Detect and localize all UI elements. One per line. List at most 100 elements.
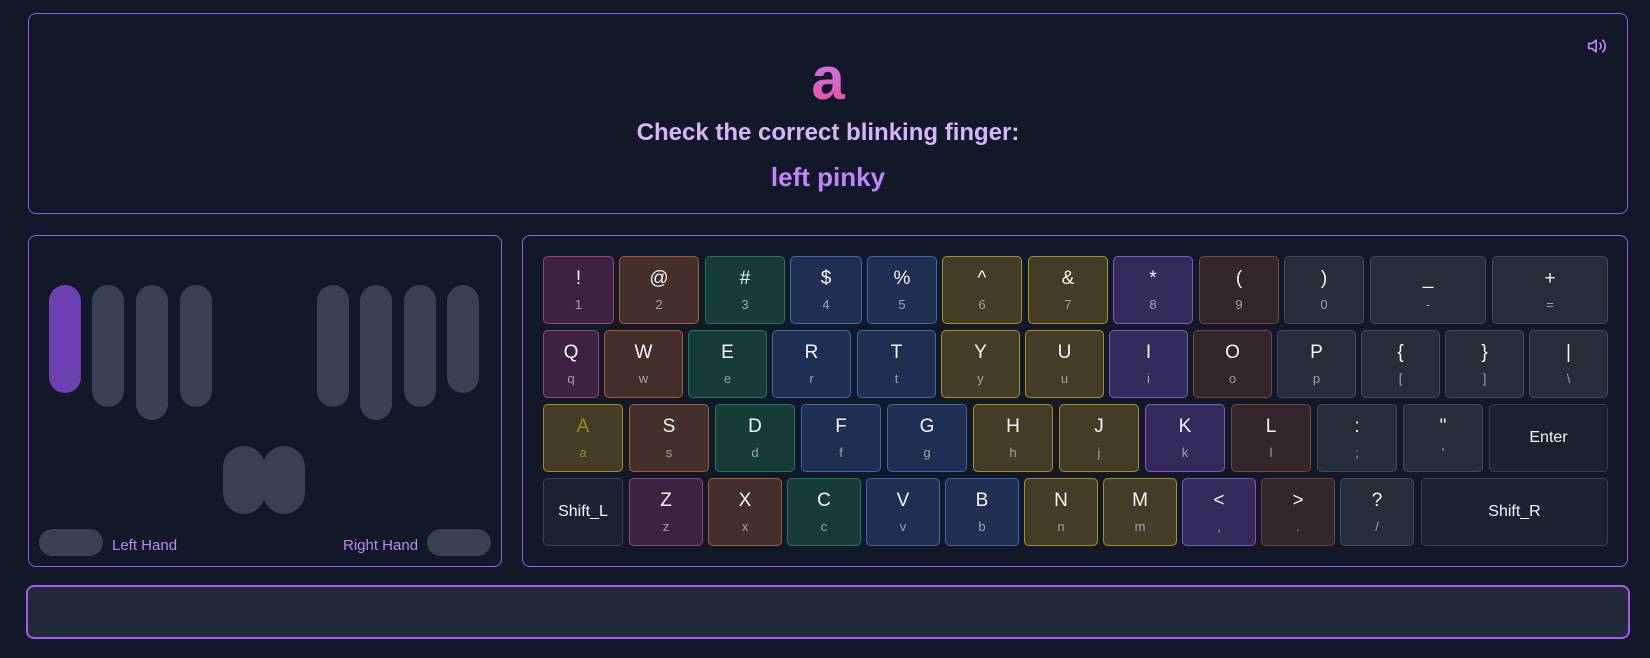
key-q[interactable]: Qq bbox=[543, 330, 599, 398]
key-g[interactable]: Gg bbox=[887, 404, 967, 472]
key-lower: p bbox=[1312, 371, 1321, 386]
key-z[interactable]: Zz bbox=[629, 478, 703, 546]
key-8[interactable]: * 8 bbox=[1113, 256, 1193, 324]
key-upper: ! bbox=[575, 268, 582, 289]
key-d[interactable]: Dd bbox=[715, 404, 795, 472]
right-thumb[interactable] bbox=[263, 446, 305, 514]
key-upper: ( bbox=[1235, 268, 1243, 289]
key-9[interactable]: (9 bbox=[1199, 256, 1279, 324]
key-left-bracket[interactable]: {[ bbox=[1361, 330, 1440, 398]
key-upper: $ bbox=[820, 268, 832, 289]
key-shift-left[interactable]: Shift_L bbox=[543, 478, 623, 546]
key-upper: " bbox=[1439, 416, 1447, 437]
key-h[interactable]: Hh bbox=[973, 404, 1053, 472]
key-s[interactable]: Ss bbox=[629, 404, 709, 472]
key-2[interactable]: @2 bbox=[619, 256, 699, 324]
key-upper: U bbox=[1057, 342, 1072, 363]
key-upper: | bbox=[1566, 342, 1571, 363]
key-n[interactable]: Nn bbox=[1024, 478, 1098, 546]
right-pinky-finger[interactable] bbox=[447, 285, 479, 393]
key-3[interactable]: #3 bbox=[705, 256, 785, 324]
key-a[interactable]: Aa bbox=[543, 404, 623, 472]
key-lower: 4 bbox=[822, 297, 830, 312]
key-semicolon[interactable]: :; bbox=[1317, 404, 1397, 472]
key-x[interactable]: Xx bbox=[708, 478, 782, 546]
key-period[interactable]: >. bbox=[1261, 478, 1335, 546]
key-lower: l bbox=[1269, 445, 1273, 460]
key-m[interactable]: Mm bbox=[1103, 478, 1177, 546]
key-upper: : bbox=[1354, 416, 1360, 437]
key-lower: = bbox=[1546, 297, 1554, 312]
key-quote[interactable]: " ' bbox=[1403, 404, 1483, 472]
key-upper: P bbox=[1310, 342, 1323, 363]
key-minus[interactable]: _ - bbox=[1370, 256, 1486, 324]
key-lower: h bbox=[1009, 445, 1017, 460]
key-1[interactable]: ! 1 bbox=[543, 256, 614, 324]
key-e[interactable]: Ee bbox=[688, 330, 767, 398]
key-lower: q bbox=[567, 371, 575, 386]
key-upper: S bbox=[662, 416, 676, 437]
key-slash[interactable]: ? / bbox=[1340, 478, 1414, 546]
right-hand-label: Right Hand bbox=[343, 537, 419, 554]
left-ring-finger[interactable] bbox=[92, 285, 124, 407]
left-thumb[interactable] bbox=[223, 446, 265, 514]
key-lower: g bbox=[923, 445, 931, 460]
key-lower: r bbox=[809, 371, 814, 386]
key-0[interactable]: ) 0 bbox=[1284, 256, 1364, 324]
key-lower: b bbox=[978, 519, 986, 534]
key-lower: w bbox=[638, 371, 649, 386]
key-v[interactable]: Vv bbox=[866, 478, 940, 546]
key-l[interactable]: Ll bbox=[1231, 404, 1311, 472]
key-upper: X bbox=[738, 490, 752, 511]
typing-input[interactable] bbox=[26, 585, 1630, 639]
key-c[interactable]: Cc bbox=[787, 478, 861, 546]
key-equals[interactable]: + = bbox=[1492, 256, 1608, 324]
right-ring-finger[interactable] bbox=[404, 285, 436, 407]
key-4[interactable]: $4 bbox=[790, 256, 862, 324]
right-index-finger[interactable] bbox=[317, 285, 349, 407]
key-7[interactable]: & 7 bbox=[1028, 256, 1108, 324]
key-upper: K bbox=[1178, 416, 1192, 437]
key-upper: @ bbox=[649, 268, 669, 289]
key-upper: Shift_L bbox=[558, 503, 608, 520]
key-u[interactable]: Uu bbox=[1025, 330, 1104, 398]
key-upper: I bbox=[1145, 342, 1152, 363]
key-lower: 5 bbox=[898, 297, 906, 312]
key-backslash[interactable]: | \ bbox=[1529, 330, 1608, 398]
key-upper: ) bbox=[1320, 268, 1328, 289]
key-f[interactable]: Ff bbox=[801, 404, 881, 472]
key-lower: [ bbox=[1398, 371, 1403, 386]
target-character: a bbox=[29, 44, 1627, 114]
key-p[interactable]: Pp bbox=[1277, 330, 1356, 398]
hands-panel: Left Hand Right Hand bbox=[28, 235, 502, 567]
key-shift-right[interactable]: Shift_R bbox=[1421, 478, 1608, 546]
left-pinky-finger[interactable] bbox=[49, 285, 81, 393]
key-upper: F bbox=[835, 416, 847, 437]
key-5[interactable]: % 5 bbox=[867, 256, 937, 324]
target-finger-text: left pinky bbox=[770, 162, 886, 192]
right-middle-finger[interactable] bbox=[360, 285, 392, 420]
key-lower: . bbox=[1296, 519, 1300, 534]
sound-toggle-button[interactable] bbox=[1585, 34, 1609, 58]
key-upper: G bbox=[919, 416, 935, 437]
key-j[interactable]: Jj bbox=[1059, 404, 1139, 472]
left-middle-finger[interactable] bbox=[136, 285, 168, 420]
key-t[interactable]: Tt bbox=[857, 330, 936, 398]
key-6[interactable]: ^ 6 bbox=[942, 256, 1022, 324]
key-comma[interactable]: <, bbox=[1182, 478, 1256, 546]
key-right-bracket[interactable]: }] bbox=[1445, 330, 1524, 398]
key-b[interactable]: Bb bbox=[945, 478, 1019, 546]
key-k[interactable]: Kk bbox=[1145, 404, 1225, 472]
key-y[interactable]: Yy bbox=[941, 330, 1020, 398]
key-w[interactable]: Ww bbox=[604, 330, 683, 398]
key-lower: u bbox=[1060, 371, 1069, 386]
key-lower: 1 bbox=[574, 297, 583, 312]
key-o[interactable]: Oo bbox=[1193, 330, 1272, 398]
left-index-finger[interactable] bbox=[180, 285, 212, 407]
key-upper: Shift_R bbox=[1488, 503, 1541, 520]
key-r[interactable]: Rr bbox=[772, 330, 851, 398]
key-i[interactable]: Ii bbox=[1109, 330, 1188, 398]
key-enter[interactable]: Enter bbox=[1489, 404, 1608, 472]
key-lower: x bbox=[741, 519, 749, 534]
key-upper: B bbox=[975, 490, 989, 511]
